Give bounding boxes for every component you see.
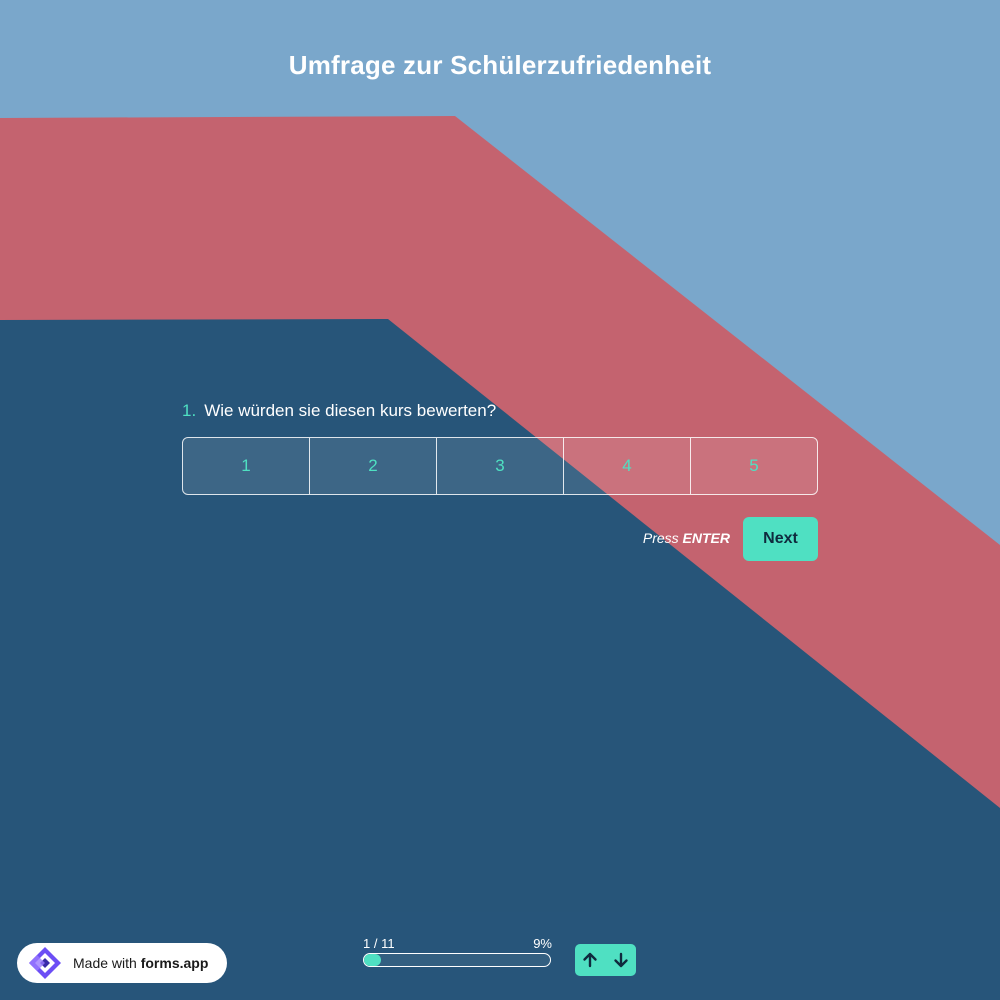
badge-prefix: Made with	[73, 955, 137, 971]
rating-option-3[interactable]: 3	[437, 438, 564, 494]
rating-option-1[interactable]: 1	[183, 438, 310, 494]
rating-option-2[interactable]: 2	[310, 438, 437, 494]
progress-count: 1 / 11	[363, 936, 395, 951]
arrow-down-icon[interactable]	[606, 944, 637, 976]
question-1: 1. Wie würden sie diesen kurs bewerten?	[182, 401, 822, 421]
press-key: ENTER	[682, 530, 730, 546]
rating-option-4[interactable]: 4	[564, 438, 691, 494]
arrow-up-icon[interactable]	[575, 944, 606, 976]
press-enter-hint: Press ENTER	[600, 530, 730, 546]
question-number: 1.	[182, 401, 197, 420]
form-title: Umfrage zur Schülerzufriedenheit	[288, 50, 712, 80]
press-label: Press	[642, 530, 679, 546]
rating-scale: 1 2 3 4 5	[182, 437, 818, 495]
badge-text: Made with forms.app	[73, 955, 208, 971]
progress-percent: 9%	[533, 936, 552, 951]
background-art	[0, 0, 1000, 1000]
badge-brand: forms.app	[140, 955, 209, 971]
next-button[interactable]: Next	[743, 517, 818, 561]
question-text: Wie würden sie diesen kurs bewerten?	[204, 401, 497, 420]
progress-fill	[364, 954, 381, 966]
forms-app-logo-icon	[25, 943, 65, 983]
forms-app-badge[interactable]: Made with forms.app	[17, 943, 227, 983]
rating-option-5[interactable]: 5	[691, 438, 817, 494]
progress-bar	[363, 953, 551, 967]
question-nav	[575, 944, 636, 976]
